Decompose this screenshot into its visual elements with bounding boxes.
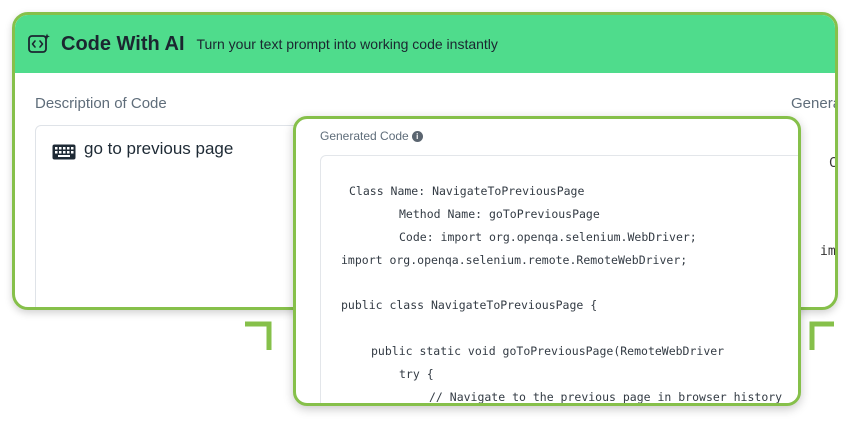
generated-code-label-partial: Genera: [791, 95, 838, 112]
code-fragment: C: [829, 156, 837, 171]
code-fragment: im: [820, 244, 836, 259]
description-input[interactable]: go to previous page: [35, 125, 305, 307]
code-line: public class NavigateToPreviousPage {: [341, 298, 598, 312]
code-line: import org.openqa.selenium.remote.Remote…: [341, 253, 688, 267]
code-line: Method Name: goToPreviousPage: [399, 207, 600, 221]
generated-code-header: Generated Code i: [320, 129, 423, 143]
code-line: try {: [399, 367, 434, 381]
info-icon[interactable]: i: [411, 130, 423, 142]
panel-header: Code With AI Turn your text prompt into …: [15, 15, 835, 73]
generated-code-label: Generated Code: [320, 129, 409, 143]
code-line: Class Name: NavigateToPreviousPage: [349, 184, 585, 198]
generated-code-panel: Generated Code i Class Name: NavigateToP…: [293, 116, 801, 406]
code-line: // Navigate to the previous page in brow…: [429, 390, 783, 404]
corner-bracket-icon: [245, 321, 272, 350]
keyboard-icon: [52, 144, 76, 160]
corner-bracket-icon: [809, 321, 834, 350]
code-line: Code: import org.openqa.selenium.WebDriv…: [399, 230, 697, 244]
page-title: Code With AI: [61, 32, 185, 55]
page-subtitle: Turn your text prompt into working code …: [196, 36, 498, 52]
generated-code-output[interactable]: Class Name: NavigateToPreviousPage Metho…: [320, 155, 798, 404]
description-input-value: go to previous page: [84, 139, 234, 158]
code-line: public static void goToPreviousPage(Remo…: [371, 344, 725, 358]
code-sparkle-icon: [27, 32, 51, 56]
description-label: Description of Code: [35, 95, 167, 112]
